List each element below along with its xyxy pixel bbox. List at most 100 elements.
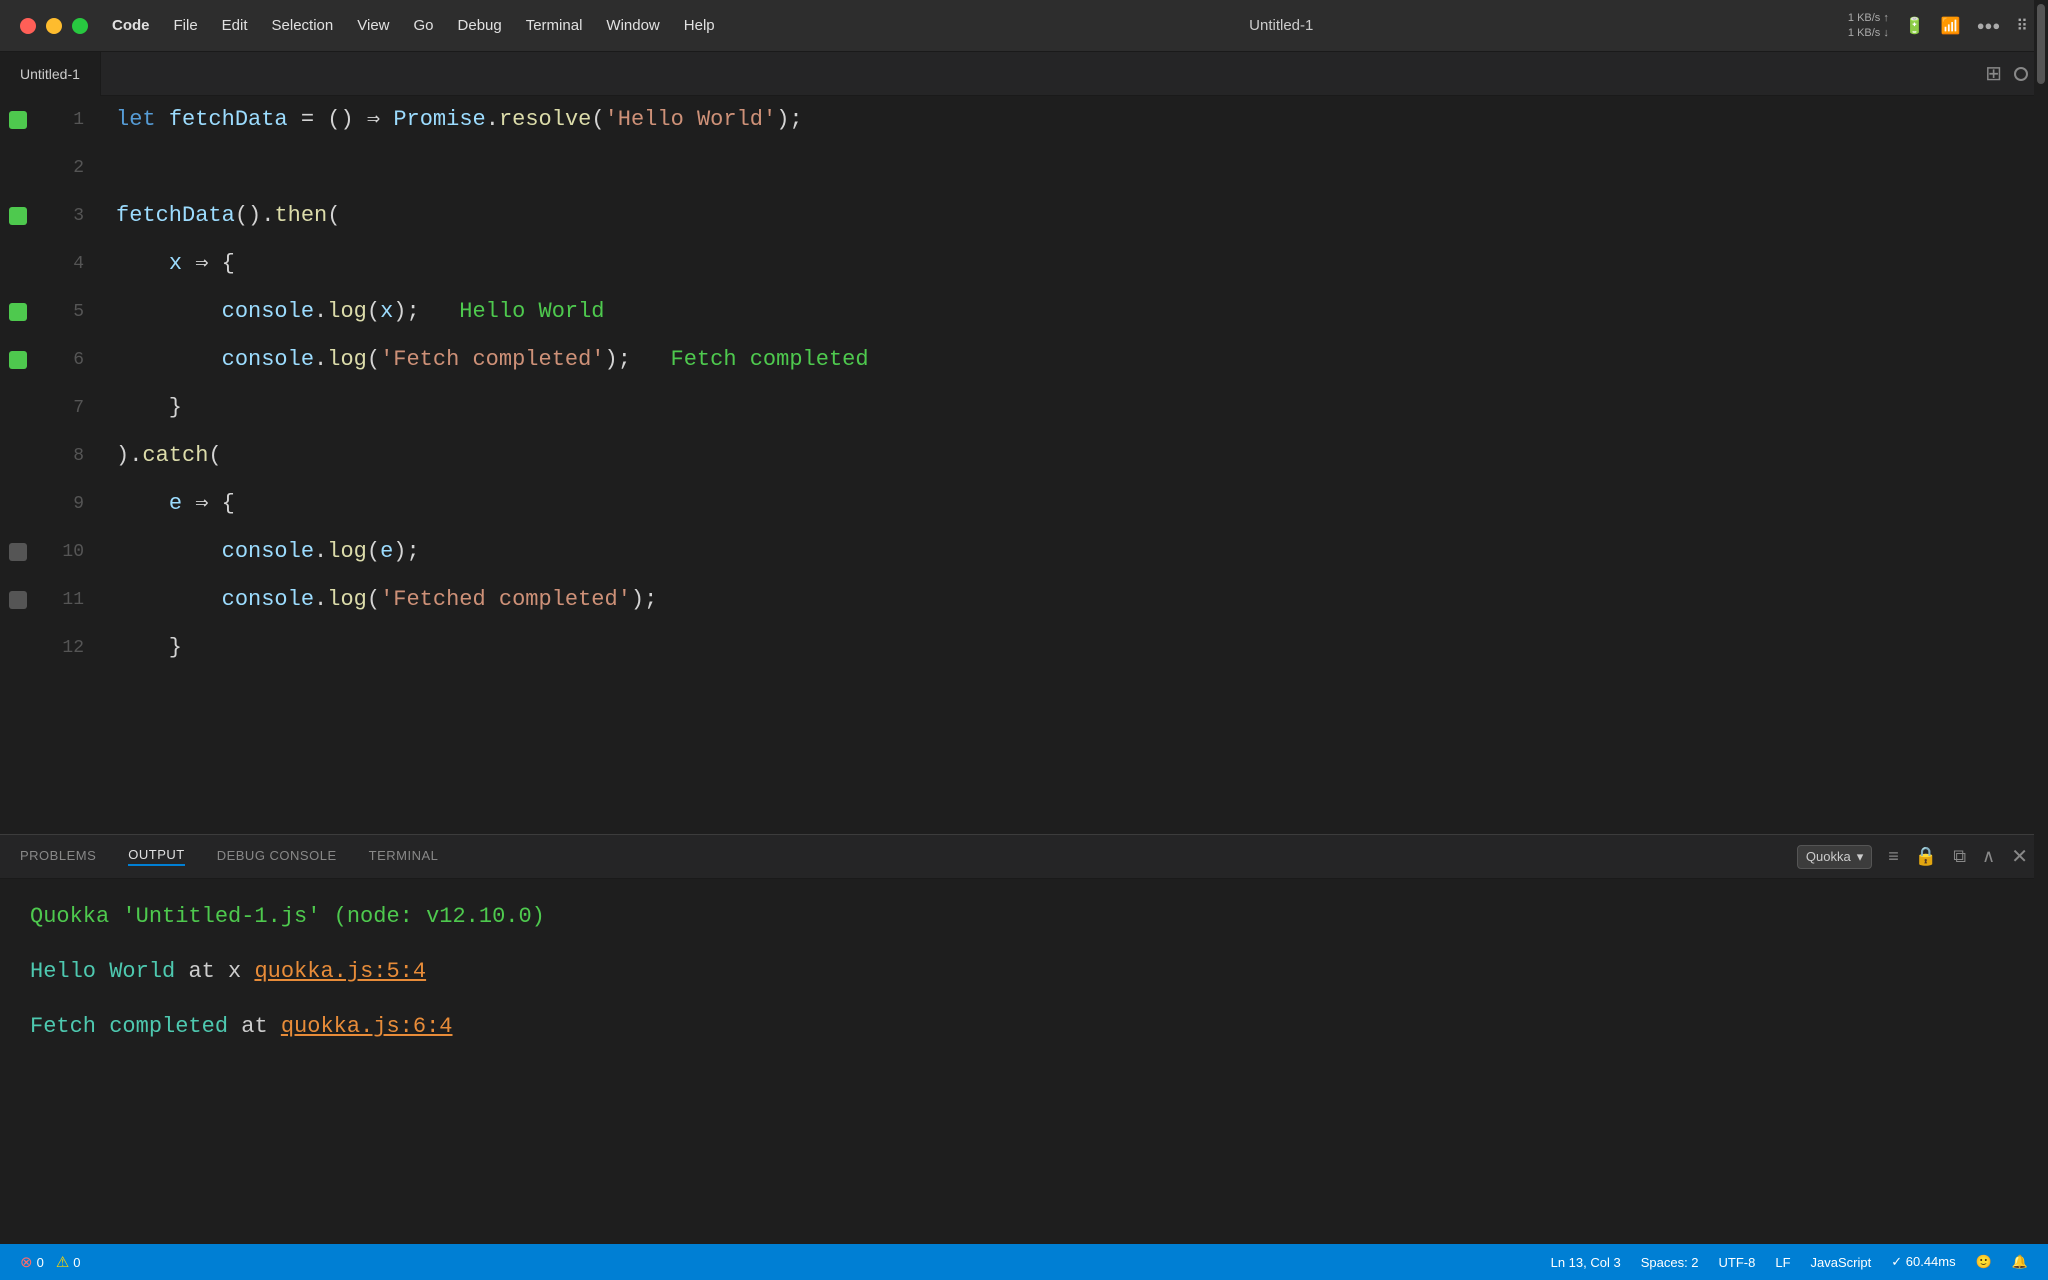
menu-window[interactable]: Window (606, 17, 659, 34)
menu-extra: ⠿ (2016, 16, 2028, 36)
spaces[interactable]: Spaces: 2 (1641, 1255, 1699, 1270)
code-line-11: console.log('Fetched completed'); (116, 576, 2014, 624)
code-line-1: let fetchData = () ⇒ Promise.resolve('He… (116, 96, 2014, 144)
ln-col[interactable]: Ln 13, Col 3 (1551, 1255, 1621, 1270)
token: resolve (499, 96, 591, 144)
token: e (380, 528, 393, 576)
titlebar-right: 1 KB/s ↑1 KB/s ↓ 🔋 📶 ●●● ⠿ (1848, 11, 2028, 40)
chevron-up-icon[interactable]: ∧ (1982, 846, 1995, 867)
panel: PROBLEMS OUTPUT DEBUG CONSOLE TERMINAL Q… (0, 834, 2048, 1244)
notification-icon[interactable]: 🔔 (2012, 1254, 2028, 1270)
menu-file[interactable]: File (174, 17, 198, 34)
hello-world-link[interactable]: quokka.js:5:4 (254, 959, 426, 984)
token: ( (367, 288, 380, 336)
line-numbers: 1 2 3 4 5 6 7 8 9 10 11 12 (36, 96, 96, 834)
token: () (327, 96, 367, 144)
menu-debug[interactable]: Debug (458, 17, 502, 34)
token: } (116, 624, 182, 672)
token: fetchData (169, 96, 288, 144)
encoding[interactable]: UTF-8 (1719, 1255, 1756, 1270)
maximize-button[interactable] (72, 18, 88, 34)
circle-icon[interactable] (2014, 67, 2028, 81)
language-mode[interactable]: JavaScript (1811, 1255, 1872, 1270)
panel-scrollbar[interactable] (2034, 0, 2048, 1280)
split-editor-icon[interactable]: ⊞ (1985, 61, 2002, 86)
tab-output[interactable]: OUTPUT (128, 847, 184, 866)
close-panel-icon[interactable]: ✕ (2011, 844, 2028, 869)
gutter-item-10 (0, 528, 36, 576)
token: . (486, 96, 499, 144)
menu-selection[interactable]: Selection (272, 17, 334, 34)
code-line-8: ).catch( (116, 432, 2014, 480)
editor-main[interactable]: 1 2 3 4 5 6 7 8 9 10 11 12 let fetchData… (0, 96, 2048, 834)
gutter-item-7 (0, 384, 36, 432)
lock-icon[interactable]: 🔒 (1915, 846, 1937, 867)
error-count[interactable]: ⊗ 0 ⚠ 0 (20, 1253, 81, 1271)
battery-icon: 🔋 (1905, 16, 1925, 36)
gutter-item-9 (0, 480, 36, 528)
token: console (222, 288, 314, 336)
chevron-down-icon: ▾ (1857, 849, 1864, 865)
token: log (327, 336, 367, 384)
close-button[interactable] (20, 18, 36, 34)
line-num-9: 9 (48, 480, 84, 528)
menu-help[interactable]: Help (684, 17, 715, 34)
token: = (288, 96, 328, 144)
code-line-12: } (116, 624, 2014, 672)
code-area[interactable]: let fetchData = () ⇒ Promise.resolve('He… (96, 96, 2034, 834)
token: Promise (393, 96, 485, 144)
editor-tab[interactable]: Untitled-1 (0, 52, 101, 96)
smiley-icon[interactable]: 🙂 (1976, 1254, 1992, 1270)
menu-code[interactable]: Code (112, 17, 150, 34)
tab-label: Untitled-1 (20, 66, 80, 82)
gutter (0, 96, 36, 834)
token: { (208, 240, 234, 288)
tab-problems[interactable]: PROBLEMS (20, 848, 96, 865)
gutter-item-8 (0, 432, 36, 480)
fetch-completed-middle: at (241, 1014, 281, 1039)
token (182, 480, 195, 528)
menu-edit[interactable]: Edit (222, 17, 248, 34)
clear-output-icon[interactable]: ≡ (1888, 846, 1899, 867)
error-count-value: 0 (37, 1255, 44, 1270)
panel-scrollbar-thumb[interactable] (2037, 4, 2045, 84)
token: let (116, 96, 169, 144)
menu-go[interactable]: Go (414, 17, 434, 34)
token: . (314, 336, 327, 384)
line-num-12: 12 (48, 624, 84, 672)
tab-debug-console[interactable]: DEBUG CONSOLE (217, 848, 337, 865)
run-indicator-5 (9, 303, 27, 321)
run-indicator-1 (9, 111, 27, 129)
menu-terminal[interactable]: Terminal (526, 17, 583, 34)
line-num-4: 4 (48, 240, 84, 288)
token: x (169, 240, 182, 288)
run-indicator-11 (9, 591, 27, 609)
output-hello-world-line: Hello World at x quokka.js:5:4 (30, 954, 2018, 989)
editor-container: 1 2 3 4 5 6 7 8 9 10 11 12 let fetchData… (0, 96, 2048, 1244)
menu-view[interactable]: View (357, 17, 389, 34)
token: ); (605, 336, 631, 384)
token: catch (142, 432, 208, 480)
line-ending[interactable]: LF (1775, 1255, 1790, 1270)
minimize-button[interactable] (46, 18, 62, 34)
copy-icon[interactable]: ⧉ (1953, 846, 1966, 867)
fetch-completed-link[interactable]: quokka.js:6:4 (281, 1014, 453, 1039)
wifi-icon: 📶 (1941, 16, 1961, 36)
tab-terminal[interactable]: TERMINAL (369, 848, 439, 865)
token (182, 240, 195, 288)
token: ); (631, 576, 657, 624)
token: x (380, 288, 393, 336)
code-line-3: fetchData().then( (116, 192, 2014, 240)
token: ⇒ (367, 96, 393, 144)
line-num-2: 2 (48, 144, 84, 192)
token: . (314, 288, 327, 336)
token: e (169, 480, 182, 528)
window-title: Untitled-1 (1249, 17, 1313, 34)
gutter-item-12 (0, 624, 36, 672)
token: ); (776, 96, 802, 144)
inline-output-5: Hello World (420, 288, 605, 336)
menu-bar: Code File Edit Selection View Go Debug T… (112, 17, 715, 34)
token: ( (208, 432, 221, 480)
token: ⇒ (195, 480, 208, 528)
output-source-select[interactable]: Quokka ▾ (1797, 845, 1872, 869)
